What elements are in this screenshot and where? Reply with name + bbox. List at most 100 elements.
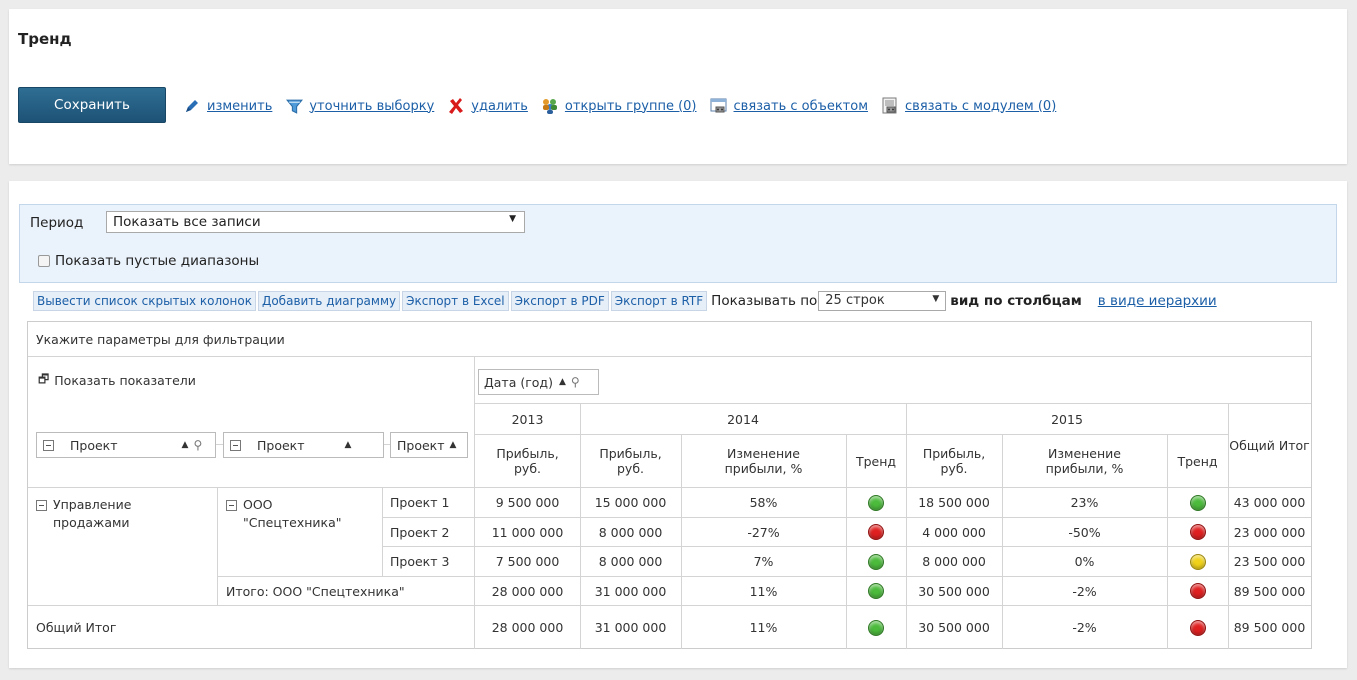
sort-asc-icon: ▲ <box>558 377 566 387</box>
value-cell: -27% <box>747 524 780 540</box>
value-cell: 30 500 000 <box>918 583 990 599</box>
show-empty-checkbox[interactable] <box>38 255 50 267</box>
row-field-chip-2[interactable]: Проект ▲ <box>223 432 384 458</box>
value-cell: 23% <box>1070 495 1099 510</box>
sort-asc-icon: ▲ <box>181 440 189 450</box>
refine-action[interactable]: уточнить выборку <box>285 97 434 115</box>
show-by-label: Показывать по <box>711 293 818 309</box>
dropdown-arrow-icon: ▼ <box>509 214 516 224</box>
period-select-value: Показать все записи <box>113 214 261 230</box>
collapse-icon[interactable] <box>43 439 54 451</box>
measure-change-header: Изменение прибыли, % <box>724 446 803 476</box>
export-excel-button[interactable]: Экспорт в Excel <box>402 291 509 311</box>
value-cell: -2% <box>1072 620 1097 635</box>
link-object-link[interactable]: связать с объектом <box>734 99 869 114</box>
value-cell: 7% <box>753 554 774 569</box>
export-pdf-button[interactable]: Экспорт в PDF <box>510 291 609 311</box>
period-label: Период <box>30 215 84 231</box>
show-empty-label: Показать пустые диапазоны <box>55 253 260 269</box>
open-group-action[interactable]: открыть группе (0) <box>541 97 697 115</box>
measure-trend-header: Тренд <box>1177 453 1218 469</box>
trend-red-icon <box>868 524 884 540</box>
trend-indicator <box>846 488 906 517</box>
filter-pin-icon: ⚲ <box>193 438 203 452</box>
view-columns-label: вид по столбцам <box>950 293 1082 309</box>
measure-profit-header: Прибыль, руб. <box>496 446 559 476</box>
open-group-link[interactable]: открыть группе (0) <box>565 99 697 114</box>
add-chart-button[interactable]: Добавить диаграмму <box>257 291 401 311</box>
value-cell: 7 500 000 <box>495 554 560 569</box>
year-header-2013: 2013 <box>511 411 544 427</box>
trend-green-icon <box>868 583 884 599</box>
delete-action[interactable]: удалить <box>447 97 528 115</box>
value-cell: 8 000 000 <box>598 554 663 569</box>
refine-link[interactable]: уточнить выборку <box>309 99 434 114</box>
sort-asc-icon: ▲ <box>344 440 352 450</box>
dropdown-arrow-icon: ▼ <box>932 294 940 304</box>
value-cell: 8 000 000 <box>922 554 986 569</box>
filter-hint: Укажите параметры для фильтрации <box>36 331 285 347</box>
edit-action[interactable]: изменить <box>183 97 272 115</box>
hidden-columns-button[interactable]: Вывести список скрытых колонок <box>33 291 256 311</box>
project-row-label: Проект 3 <box>390 554 450 569</box>
date-field-label: Дата (год) <box>484 374 553 390</box>
link-object-action[interactable]: связать с объектом <box>710 97 869 115</box>
rows-per-page-value: 25 строк <box>825 293 885 308</box>
group-users-icon <box>541 97 559 115</box>
value-cell: 11% <box>749 583 778 599</box>
rows-per-page-select[interactable]: 25 строк ▼ <box>818 291 947 311</box>
link-module-link[interactable]: связать с модулем (0) <box>905 99 1056 114</box>
value-cell: 89 500 000 <box>1233 583 1306 599</box>
row-field-label: Проект <box>257 437 305 453</box>
funnel-icon <box>285 97 303 115</box>
trend-indicator <box>846 547 906 576</box>
collapse-icon[interactable] <box>230 439 241 451</box>
row-group-lvl1: Управление продажами <box>36 496 206 532</box>
trend-indicator <box>1167 488 1228 517</box>
trend-indicator <box>1167 606 1228 649</box>
link-module-icon <box>881 97 899 115</box>
edit-link[interactable]: изменить <box>207 99 272 114</box>
show-measures-toggle[interactable]: 🗗 Показать показатели <box>38 357 196 403</box>
value-cell: 28 000 000 <box>491 583 564 599</box>
value-cell: 89 500 000 <box>1233 620 1306 635</box>
value-cell: 18 500 000 <box>918 495 990 510</box>
view-hierarchy-link[interactable]: в виде иерархии <box>1098 293 1217 309</box>
date-field-chip[interactable]: Дата (год) ▲ ⚲ <box>478 369 599 395</box>
row-field-chip-3[interactable]: Проект ▲ <box>390 432 468 458</box>
grand-total-header: Общий Итог <box>1229 438 1310 453</box>
trend-red-icon <box>1189 524 1206 540</box>
project-row-label: Проект 1 <box>390 495 450 510</box>
subtotal-label: Итого: ООО "Спецтехника" <box>226 583 405 599</box>
collapse-icon[interactable] <box>36 500 47 511</box>
period-select[interactable]: Показать все записи ▼ <box>106 211 525 233</box>
row-field-chip-1[interactable]: Проект ▲ ⚲ <box>36 432 216 458</box>
value-cell: 30 500 000 <box>918 620 990 635</box>
value-cell: 9 500 000 <box>495 495 560 510</box>
save-button[interactable]: Сохранить <box>18 87 166 123</box>
trend-green-icon <box>868 553 884 570</box>
value-cell: 0% <box>1074 554 1095 569</box>
trend-indicator <box>846 518 906 546</box>
link-module-action[interactable]: связать с модулем (0) <box>881 97 1056 115</box>
value-cell: 15 000 000 <box>594 495 667 510</box>
action-toolbar: изменить уточнить выборку удалить открыт… <box>183 96 1069 116</box>
trend-green-icon <box>868 494 884 511</box>
header-panel <box>9 9 1347 164</box>
measure-profit-header: Прибыль, руб. <box>922 446 986 476</box>
pencil-icon <box>183 97 201 115</box>
delete-link[interactable]: удалить <box>471 99 528 114</box>
export-rtf-button[interactable]: Экспорт в RTF <box>610 291 708 311</box>
measure-trend-header: Тренд <box>855 453 897 469</box>
pivot-table: Укажите параметры для фильтрации 🗗 Показ… <box>27 321 1312 649</box>
row-group-lvl1-label: Управление продажами <box>53 497 132 530</box>
trend-red-icon <box>1189 583 1206 599</box>
trend-green-icon <box>1189 494 1206 511</box>
show-empty-ranges-row[interactable]: Показать пустые диапазоны <box>38 253 259 269</box>
trend-yellow-icon <box>1189 553 1206 570</box>
delete-x-icon <box>447 97 465 115</box>
windows-icon: 🗗 <box>38 371 50 386</box>
collapse-icon[interactable] <box>226 500 237 511</box>
show-measures-label: Показать показатели <box>54 372 196 388</box>
trend-green-icon <box>868 619 884 636</box>
